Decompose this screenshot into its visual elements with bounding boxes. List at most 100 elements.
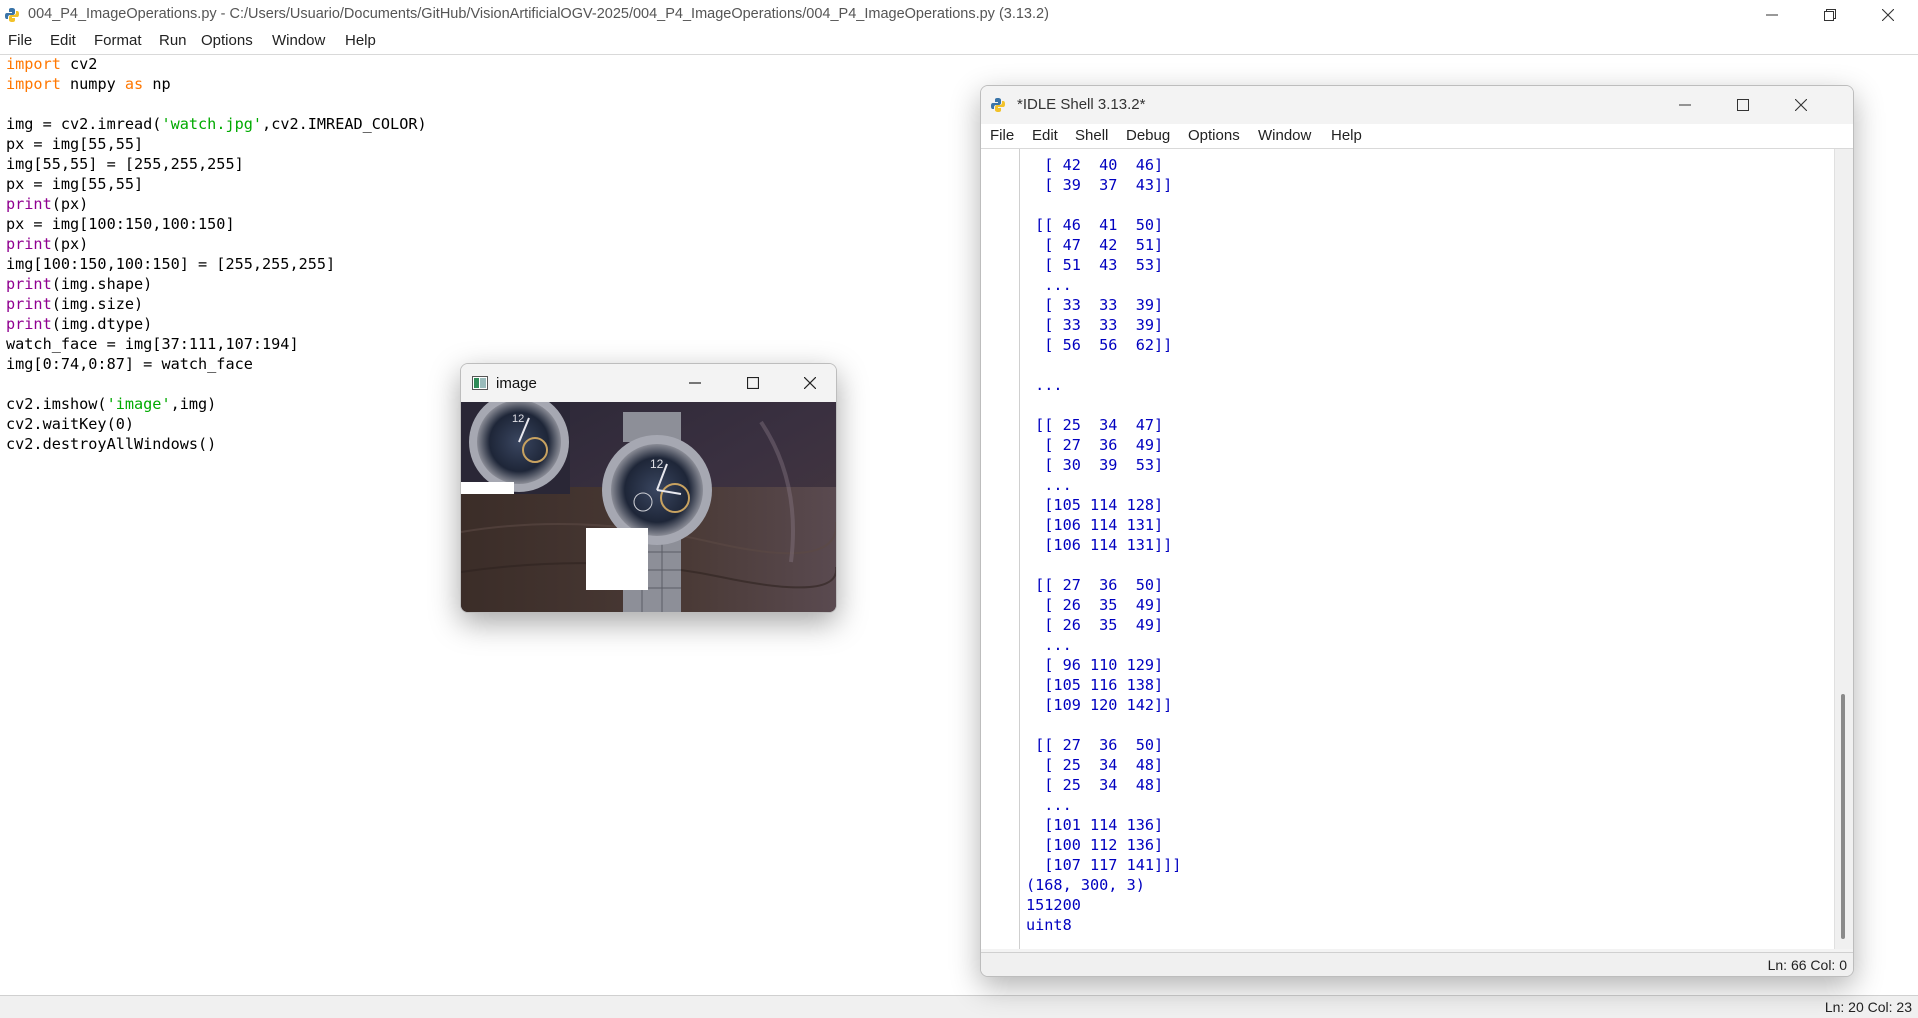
code-token: cv2 <box>60 55 98 73</box>
code-token: px = img[55,55] <box>6 135 144 153</box>
code-token: px = img[55,55] <box>6 175 144 193</box>
shell-menu-edit[interactable]: Edit <box>1032 127 1058 144</box>
minimize-button[interactable] <box>1743 0 1801 30</box>
code-line: watch_face = img[37:111,107:194] <box>6 334 299 354</box>
code-line: cv2.imshow('image',img) <box>6 394 216 414</box>
shell-output-line: [[ 46 41 50] <box>1026 216 1164 234</box>
shell-output-line: [ 39 37 43]] <box>1026 176 1173 194</box>
shell-output-line: [106 114 131]] <box>1026 536 1173 554</box>
editor-statusbar: Ln: 20 Col: 23 <box>0 995 1918 1018</box>
image-maximize-button[interactable] <box>729 368 777 398</box>
restore-button[interactable] <box>1801 0 1859 30</box>
shell-maximize-button[interactable] <box>1719 90 1767 120</box>
image-close-button[interactable] <box>786 368 834 398</box>
shell-output-line: [[ 27 36 50] <box>1026 576 1164 594</box>
shell-menu-help[interactable]: Help <box>1331 127 1362 144</box>
code-token: watch_face = img[37:111,107:194] <box>6 335 299 353</box>
minimize-icon <box>1679 104 1691 106</box>
shell-output-line: ... <box>1026 796 1072 814</box>
shell-menu-options[interactable]: Options <box>1188 127 1240 144</box>
shell-output-line: [ 42 40 46] <box>1026 156 1164 174</box>
code-line: img = cv2.imread('watch.jpg',cv2.IMREAD_… <box>6 114 427 134</box>
code-token: px = img[100:150,100:150] <box>6 215 235 233</box>
shell-output-line: [106 114 131] <box>1026 516 1164 534</box>
shell-minimize-button[interactable] <box>1661 90 1709 120</box>
shell-output-line: ... <box>1026 476 1072 494</box>
image-window[interactable]: image 12 12 <box>460 363 837 613</box>
menu-format[interactable]: Format <box>94 32 142 49</box>
close-button[interactable] <box>1859 0 1917 30</box>
shell-menu-window[interactable]: Window <box>1258 127 1311 144</box>
cursor-position: Ln: 20 Col: 23 <box>1824 999 1912 1015</box>
code-line: px = img[100:150,100:150] <box>6 214 235 234</box>
shell-output-line: [105 116 138] <box>1026 676 1164 694</box>
menu-run[interactable]: Run <box>159 32 187 49</box>
shell-menu-debug[interactable]: Debug <box>1126 127 1170 144</box>
menu-window[interactable]: Window <box>272 32 325 49</box>
restore-icon <box>1824 9 1836 21</box>
code-line: cv2.destroyAllWindows() <box>6 434 216 454</box>
code-token: as <box>124 75 144 93</box>
shell-menubar: File Edit Shell Debug Options Window Hel… <box>981 124 1853 149</box>
code-token: import <box>6 75 61 93</box>
shell-output-line: [ 51 43 53] <box>1026 256 1164 274</box>
svg-text:12: 12 <box>650 457 664 471</box>
shell-menu-file[interactable]: File <box>990 127 1014 144</box>
watch-image: 12 12 <box>461 402 836 612</box>
code-line: img[100:150,100:150] = [255,255,255] <box>6 254 335 274</box>
code-token: numpy <box>60 75 125 93</box>
image-window-titlebar[interactable]: image <box>461 364 836 402</box>
shell-output-line: [ 47 42 51] <box>1026 236 1164 254</box>
code-line: print(img.size) <box>6 294 143 314</box>
code-token: 'image' <box>106 395 171 413</box>
menu-edit[interactable]: Edit <box>50 32 76 49</box>
shell-output-line: (168, 300, 3) <box>1026 876 1145 894</box>
code-line: print(img.dtype) <box>6 314 152 334</box>
shell-output-line: uint8 <box>1026 916 1072 934</box>
code-token: ,img) <box>170 395 217 413</box>
idle-shell-window[interactable]: *IDLE Shell 3.13.2* File Edit Shell Debu… <box>980 85 1854 977</box>
shell-scrollbar[interactable] <box>1834 149 1853 949</box>
shell-menu-shell[interactable]: Shell <box>1075 127 1108 144</box>
code-line: cv2.waitKey(0) <box>6 414 134 434</box>
close-icon <box>804 377 816 389</box>
shell-output-line: 151200 <box>1026 896 1081 914</box>
code-token: (img.dtype) <box>51 315 153 333</box>
code-token: np <box>143 75 171 93</box>
shell-close-button[interactable] <box>1777 90 1825 120</box>
shell-window-title: *IDLE Shell 3.13.2* <box>1017 96 1146 113</box>
shell-cursor-position: Ln: 66 Col: 0 <box>1767 957 1847 973</box>
editor-scrollbar[interactable] <box>1900 55 1918 995</box>
shell-output-line: [ 26 35 49] <box>1026 596 1164 614</box>
close-icon <box>1882 9 1894 21</box>
code-token: print <box>6 235 52 253</box>
code-token: 'watch.jpg' <box>161 115 263 133</box>
code-token: (px) <box>51 195 89 213</box>
shell-titlebar[interactable]: *IDLE Shell 3.13.2* <box>981 86 1853 124</box>
code-token: cv2.imshow( <box>6 395 107 413</box>
shell-output-line: [ 96 110 129] <box>1026 656 1164 674</box>
code-token: cv2.destroyAllWindows() <box>6 435 217 453</box>
shell-output-line: ... <box>1026 636 1072 654</box>
shell-output-line: [ 26 35 49] <box>1026 616 1164 634</box>
shell-output-line: [ 56 56 62]] <box>1026 336 1173 354</box>
shell-output-line: [ 25 34 48] <box>1026 776 1164 794</box>
menu-help[interactable]: Help <box>345 32 376 49</box>
shell-output-area[interactable]: [ 42 40 46] [ 39 37 43]] [[ 46 41 50] [ … <box>981 149 1853 949</box>
menu-file[interactable]: File <box>8 32 32 49</box>
minimize-icon <box>689 382 701 384</box>
shell-scrollbar-thumb[interactable] <box>1841 694 1845 939</box>
code-token: (img.shape) <box>51 275 153 293</box>
code-token: print <box>6 295 52 313</box>
code-token: (img.size) <box>51 295 144 313</box>
image-minimize-button[interactable] <box>671 368 719 398</box>
menu-options[interactable]: Options <box>201 32 253 49</box>
shell-output-line: [ 30 39 53] <box>1026 456 1164 474</box>
python-icon <box>5 8 19 22</box>
shell-output-line: [100 112 136] <box>1026 836 1164 854</box>
shell-output-line: ... <box>1026 276 1072 294</box>
image-window-icon <box>472 376 488 390</box>
shell-output-line: [107 117 141]]] <box>1026 856 1182 874</box>
shell-output-line: [109 120 142]] <box>1026 696 1173 714</box>
code-token: print <box>6 275 52 293</box>
